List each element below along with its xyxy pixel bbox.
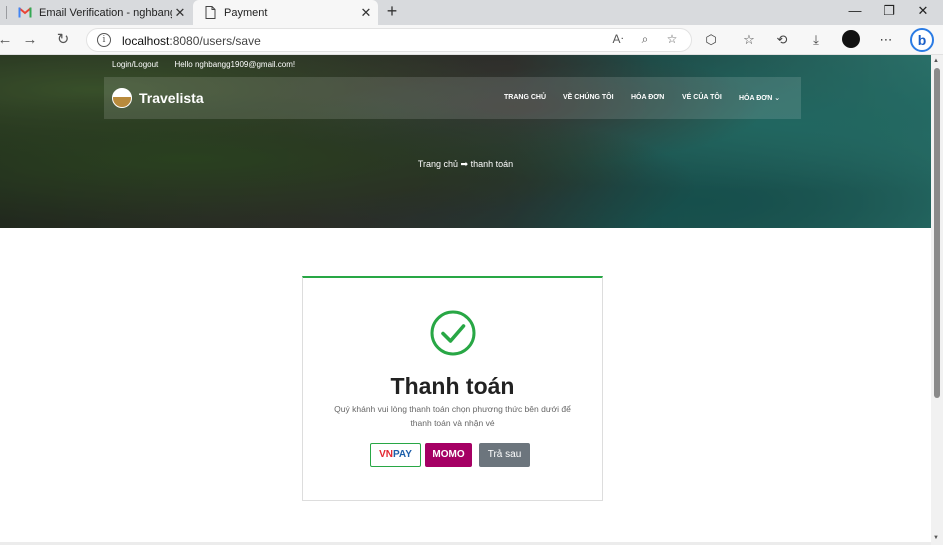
nav-item-invoice-dropdown[interactable]: HÓA ĐƠN ⌄	[739, 94, 780, 102]
scroll-up-icon[interactable]: ▲	[933, 58, 939, 64]
back-icon[interactable]: ←	[0, 30, 16, 50]
history-icon[interactable]: ⟲	[771, 30, 793, 50]
bing-icon[interactable]: b	[910, 28, 934, 52]
brand-name[interactable]: Travelista	[139, 90, 204, 106]
user-greeting: Hello nghbangg1909@gmail.com!	[174, 60, 296, 69]
payment-description: Quý khánh vui lòng thanh toán chọn phươn…	[334, 404, 571, 428]
forward-icon[interactable]: →	[19, 30, 41, 50]
zoom-icon[interactable]: ⌕	[636, 32, 654, 47]
nav-item-home[interactable]: TRANG CHỦ	[504, 94, 546, 101]
close-tab-icon[interactable]: ✕	[172, 5, 188, 21]
pay-later-button[interactable]: Trả sau	[479, 443, 530, 467]
refresh-icon[interactable]: ↻	[52, 30, 74, 50]
scrollbar[interactable]: ▲ ▼	[931, 55, 943, 545]
page-icon	[203, 6, 217, 19]
tab-title: Payment	[224, 6, 268, 19]
tab-separator	[6, 6, 7, 19]
favorite-add-icon[interactable]: ☆	[663, 32, 681, 46]
extensions-icon[interactable]: ⬡	[700, 30, 722, 50]
url-bar[interactable]: i localhost:8080/users/save Aᐧ ⌕ ☆	[86, 28, 692, 52]
logo-icon[interactable]	[112, 88, 132, 108]
close-tab-icon[interactable]: ✕	[358, 5, 374, 21]
info-icon[interactable]: i	[97, 33, 111, 47]
nav-item-about[interactable]: VỀ CHÚNG TÔI	[563, 94, 614, 101]
main-navbar: Travelista TRANG CHỦ VỀ CHÚNG TÔI HÓA ĐƠ…	[104, 77, 801, 119]
tab-payment[interactable]: Payment ✕	[193, 0, 378, 25]
profile-avatar[interactable]	[842, 30, 860, 48]
nav-item-invoice[interactable]: HÓA ĐƠN	[631, 94, 664, 101]
payment-methods: VNPAY MOMO Trả sau	[370, 443, 535, 467]
url-text[interactable]: localhost:8080/users/save	[122, 34, 261, 48]
download-icon[interactable]: ⤓	[805, 30, 827, 50]
payment-card: Thanh toán Quý khánh vui lòng thanh toán…	[302, 276, 603, 501]
tab-strip: Email Verification - nghbangg19( ✕ Payme…	[0, 0, 943, 25]
tab-title: Email Verification - nghbangg19(	[39, 6, 172, 19]
address-toolbar: ← → ↻ i localhost:8080/users/save Aᐧ ⌕ ☆…	[0, 25, 943, 55]
nav-item-my-tickets[interactable]: VÉ CỦA TÔI	[682, 94, 722, 101]
read-aloud-icon[interactable]: Aᐧ	[609, 32, 627, 46]
close-window-icon[interactable]: ✕	[908, 3, 938, 19]
minimize-icon[interactable]: —	[840, 3, 870, 18]
tab-email-verification[interactable]: Email Verification - nghbangg19( ✕	[8, 0, 192, 25]
gmail-icon	[18, 7, 32, 19]
payment-title: Thanh toán	[390, 373, 515, 399]
success-check-icon	[430, 310, 476, 356]
top-links: Login/Logout Hello nghbangg1909@gmail.co…	[112, 60, 309, 69]
breadcrumb: Trang chủ ➡ thanh toán	[417, 159, 514, 169]
scroll-thumb[interactable]	[934, 68, 940, 398]
vnpay-button[interactable]: VNPAY	[370, 443, 421, 467]
chevron-down-icon: ⌄	[774, 95, 781, 102]
more-icon[interactable]: ⋯	[875, 30, 897, 50]
new-tab-icon[interactable]: +	[382, 1, 402, 22]
favorites-icon[interactable]: ☆	[738, 30, 760, 50]
scroll-down-icon[interactable]: ▼	[933, 535, 939, 541]
restore-icon[interactable]: ❐	[874, 3, 904, 19]
login-logout-link[interactable]: Login/Logout	[112, 60, 158, 69]
momo-button[interactable]: MOMO	[425, 443, 472, 467]
